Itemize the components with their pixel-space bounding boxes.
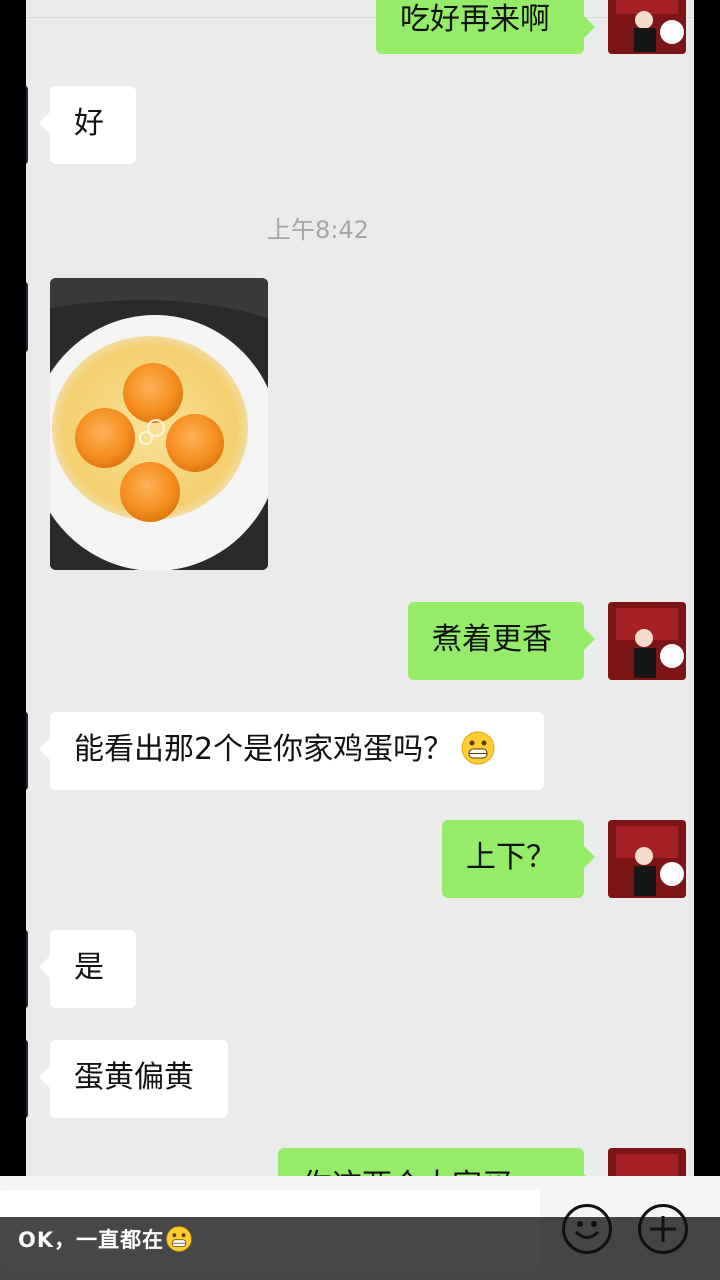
- message-bubble-incoming[interactable]: 能看出那2个是你家鸡蛋吗？: [39, 712, 544, 790]
- incoming-avatar-edge: [26, 1040, 28, 1118]
- message-bubble-outgoing[interactable]: 上下？: [442, 820, 595, 898]
- grinning-face-icon: [461, 731, 495, 765]
- message-bubble-incoming[interactable]: 蛋黄偏黄: [39, 1040, 228, 1118]
- plus-circle-icon: [650, 1216, 676, 1242]
- message-text: 是: [74, 950, 104, 985]
- my-avatar[interactable]: [608, 0, 686, 54]
- message-bubble-incoming[interactable]: 是: [39, 930, 136, 1008]
- image-message-eggs[interactable]: [50, 278, 268, 570]
- message-bubble-outgoing[interactable]: 吃好再来啊: [376, 0, 595, 54]
- chat-area: 吃好再来啊 好 上午8:42 煮着更香 能看出那2个是你家鸡蛋吗？ 上下？ 是 …: [26, 0, 694, 1280]
- incoming-avatar-edge: [26, 86, 28, 164]
- smiley-icon: [574, 1221, 600, 1239]
- my-avatar[interactable]: [608, 820, 686, 898]
- message-bubble-incoming[interactable]: 好: [39, 86, 136, 164]
- message-text: 吃好再来啊: [400, 2, 550, 37]
- message-bubble-outgoing[interactable]: 煮着更香: [408, 602, 595, 680]
- timestamp: 上午8:42: [267, 216, 369, 244]
- message-text: 能看出那2个是你家鸡蛋吗？: [74, 732, 454, 767]
- my-avatar[interactable]: [608, 602, 686, 680]
- incoming-avatar-edge: [26, 282, 28, 352]
- message-text: 蛋黄偏黄: [74, 1060, 194, 1095]
- message-text: 煮着更香: [432, 622, 552, 657]
- caption-label: OK，一直都在: [18, 1228, 165, 1252]
- grinning-face-icon: [166, 1226, 192, 1252]
- more-button[interactable]: [638, 1204, 688, 1254]
- caption-text: OK，一直都在: [18, 1222, 192, 1258]
- incoming-avatar-edge: [26, 930, 28, 1008]
- incoming-avatar-edge: [26, 712, 28, 790]
- message-text: 上下？: [466, 840, 556, 875]
- emoji-button[interactable]: [562, 1204, 612, 1254]
- message-text: 好: [74, 106, 104, 141]
